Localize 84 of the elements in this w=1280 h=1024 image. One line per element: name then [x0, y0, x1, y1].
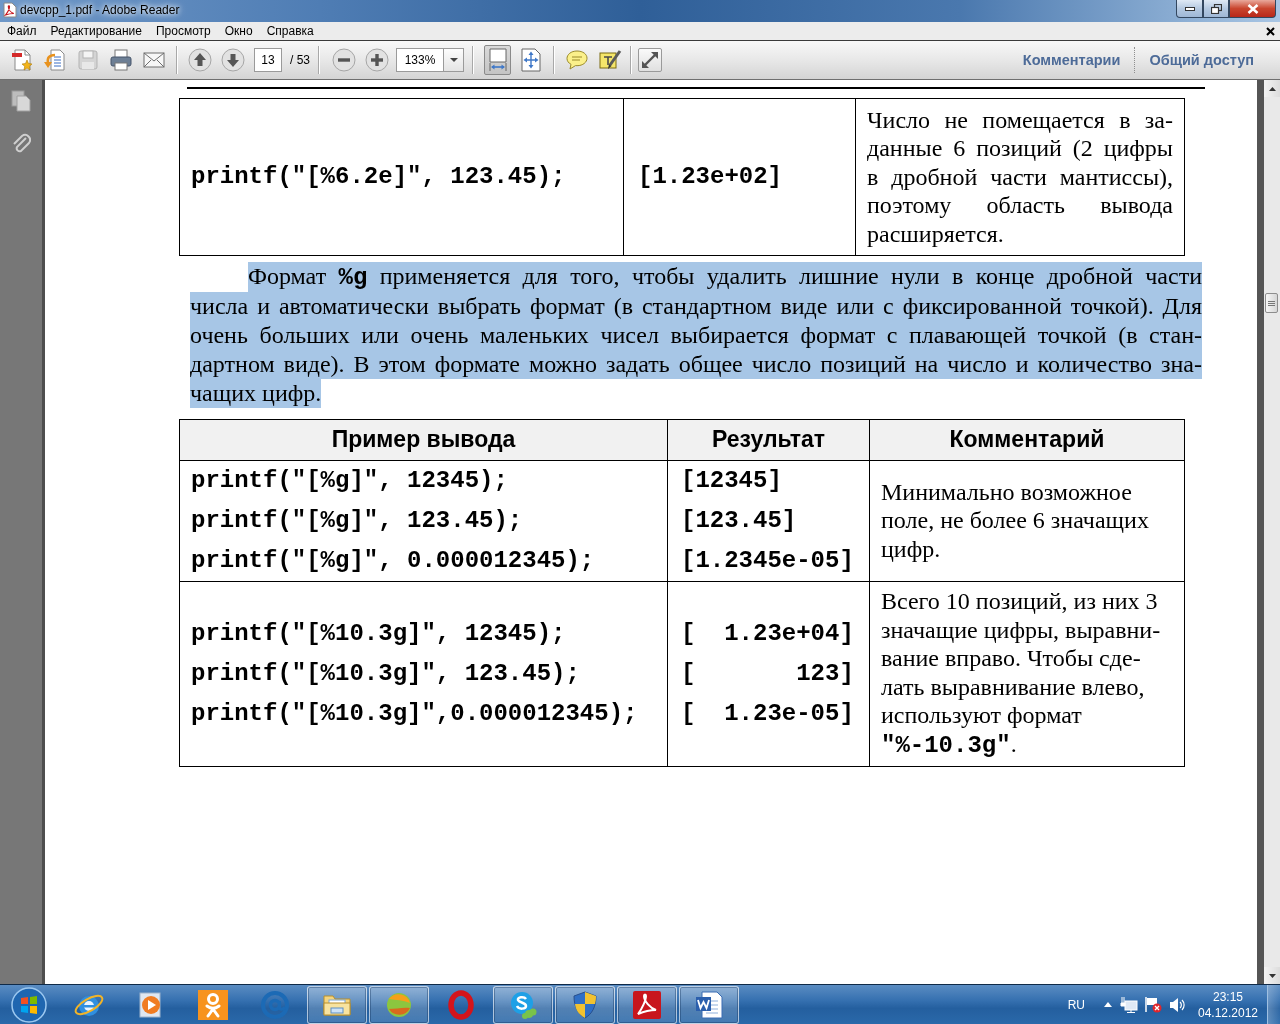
zoom-out-icon: [331, 48, 356, 72]
output-line: [1.2345e-05]: [681, 545, 855, 576]
pages-icon: [11, 90, 31, 112]
document-arrow-icon: [42, 48, 67, 72]
page-expand-icon: [520, 48, 541, 72]
restore-icon: [1210, 3, 1222, 14]
zoom-in-icon: [364, 48, 389, 72]
note-pen-icon: [597, 48, 622, 72]
triangle-up-icon: [1104, 1002, 1112, 1007]
zoom-dropdown-button[interactable]: [444, 48, 464, 72]
code-line: printf("[%6.2e]", 123.45);: [191, 161, 567, 192]
save-icon: [75, 48, 100, 72]
code-line: printf("[%10.3g]", 123.45);: [191, 658, 581, 689]
body-paragraph: Формат %g применяется для того, чтобы удалить лишние нули в конце дробной части числа и автоматически выбрать формат (в стандартном виде или с фиксированной точкой). Для очень больших или очень маленьких чисел выбирается формат с плавающей точкой (в стан- дартном виде). В этом формате можно задать общее число позиций на число и количество зна- чащих цифр.: [190, 261, 1202, 408]
output-line: [1.23e+02]: [638, 161, 784, 192]
person-tile-icon: [197, 988, 229, 1021]
swoosh-tile-icon: [631, 988, 663, 1021]
clock-date[interactable]: 04.12.2012: [1197, 1004, 1259, 1021]
column-header: Комментарий: [869, 419, 1185, 460]
start-orb-icon: [11, 986, 47, 1023]
output-line: [ 123]: [681, 658, 855, 689]
taskbar-button[interactable]: [617, 985, 677, 1024]
menu-item[interactable]: Редактирование: [43, 22, 149, 40]
close-document-button[interactable]: [1266, 26, 1275, 36]
menu-item[interactable]: Просмотр: [148, 22, 218, 40]
network-icon: [1120, 996, 1138, 1013]
page-number-field[interactable]: 13: [254, 48, 282, 72]
menu-item[interactable]: Окно: [217, 22, 260, 40]
close-icon: [1246, 3, 1259, 14]
taskbar-button[interactable]: [679, 985, 739, 1024]
caret-icon: [449, 58, 458, 62]
comment-text: Минимально возможное поле, не более 6 значащих цифр.: [881, 477, 1150, 564]
document-swoosh-icon: [3, 2, 17, 18]
code-line: printf("[%g]", 123.45);: [191, 505, 524, 536]
clock-time[interactable]: 23:15: [1213, 988, 1243, 1005]
page-count: / 53: [290, 53, 310, 67]
flag-icon: [1144, 996, 1162, 1013]
triangle-up-icon: [1268, 86, 1276, 91]
page-arrow-icon: [486, 48, 509, 72]
minimize-button[interactable]: [1176, 0, 1203, 18]
menu-item[interactable]: Файл: [0, 22, 44, 40]
output-line: [ 1.23e+04]: [681, 618, 855, 649]
triangle-down-icon: [1268, 973, 1276, 978]
taskbar-button[interactable]: [493, 985, 553, 1024]
output-line: [12345]: [681, 465, 783, 496]
fit-width-button[interactable]: [484, 45, 511, 75]
window-title: devcpp_1.pdf - Adobe Reader: [20, 2, 180, 19]
speaker-icon: [1168, 996, 1186, 1013]
scroll-up-button[interactable]: [1264, 80, 1280, 97]
comment-text: Всего 10 позиций, из них 3 значащие цифры, выравни- вание вправо. Чтобы сде- лать выравнивание влево, используют формат "%-10.3g".: [881, 587, 1162, 760]
minimize-icon: [1184, 6, 1195, 11]
taskbar-button[interactable]: [555, 985, 615, 1024]
paperclip-icon: [11, 133, 31, 155]
document-star-icon: [9, 48, 34, 72]
envelope-icon: [141, 51, 166, 69]
taskbar-button[interactable]: [369, 985, 429, 1024]
code-line: printf("[%g]", 12345);: [191, 465, 509, 496]
expand-icon: [641, 51, 659, 69]
close-button[interactable]: [1229, 0, 1276, 18]
document-icon: [693, 988, 725, 1021]
print-icon: [108, 48, 133, 72]
at-sign-icon: [259, 988, 291, 1021]
scroll-down-button[interactable]: [1264, 967, 1280, 984]
ring-icon: [445, 988, 477, 1021]
column-header: Результат: [667, 419, 870, 460]
menu-item[interactable]: Справка: [259, 22, 321, 40]
code-line: printf("[%g]", 0.000012345);: [191, 545, 596, 576]
language-indicator[interactable]: RU: [1067, 997, 1085, 1012]
taskbar-button[interactable]: [307, 985, 367, 1024]
panel-link[interactable]: Общий доступ: [1135, 52, 1268, 68]
panel-link[interactable]: Комментарии: [1008, 52, 1135, 68]
code-line: printf("[%10.3g]",0.000012345);: [191, 698, 639, 729]
code-line: printf("[%10.3g]", 12345);: [191, 618, 567, 649]
scroll-thumb[interactable]: [1265, 293, 1278, 313]
close-icon: [1266, 26, 1275, 36]
output-line: [123.45]: [681, 505, 798, 536]
comment-text: Число не помещается в за- данные 6 позиций (2 цифры в дробной части мантиссы), поэтому область вывода расширяется.: [867, 105, 1173, 248]
zoom-field[interactable]: 133%: [396, 48, 444, 72]
restore-button[interactable]: [1203, 0, 1229, 18]
show-desktop-button[interactable]: [1267, 984, 1280, 1024]
speech-bubble-icon: [564, 49, 589, 71]
full-screen-button[interactable]: [638, 48, 662, 72]
output-line: [ 1.23e-05]: [681, 698, 855, 729]
column-header: Пример вывода: [179, 419, 668, 460]
